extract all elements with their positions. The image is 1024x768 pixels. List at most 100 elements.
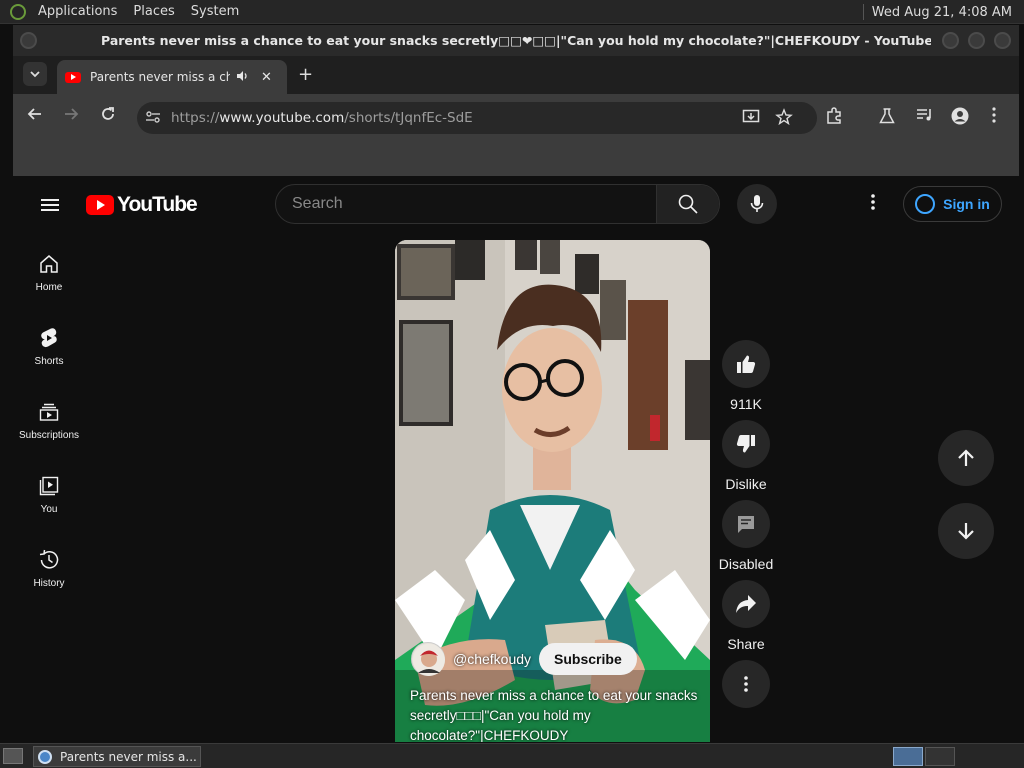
- share-action: Share: [713, 580, 779, 652]
- profile-avatar-icon[interactable]: [951, 107, 969, 129]
- shorts-action-rail: 911K Dislike Disabled Share: [713, 340, 779, 716]
- guide-item-home[interactable]: Home: [13, 240, 85, 314]
- subscribe-button[interactable]: Subscribe: [539, 643, 637, 675]
- dislike-button[interactable]: [722, 420, 770, 468]
- comments-action: Disabled: [713, 500, 779, 572]
- youtube-wordmark: YouTube: [117, 193, 198, 216]
- system-top-panel: Applications Places System Wed Aug 21, 4…: [0, 0, 1024, 24]
- places-menu[interactable]: Places: [125, 4, 182, 19]
- guide-item-shorts[interactable]: Shorts: [13, 314, 85, 388]
- thumbs-down-icon: [736, 435, 755, 453]
- audio-playing-icon[interactable]: [236, 70, 249, 85]
- more-options-button[interactable]: [722, 660, 770, 708]
- next-short-button[interactable]: [938, 503, 994, 559]
- previous-short-button[interactable]: [938, 430, 994, 486]
- like-action: 911K: [713, 340, 779, 412]
- youtube-page: YouTube Sign in Home Shorts: [13, 176, 1019, 742]
- history-clock-icon: [37, 548, 61, 572]
- taskbar-window-chromium[interactable]: Parents never miss a...: [33, 746, 201, 767]
- bookmark-bar: [13, 142, 1019, 176]
- guide-item-subscriptions[interactable]: Subscriptions: [13, 388, 85, 462]
- subscriptions-icon: [37, 400, 61, 424]
- close-window-button[interactable]: [994, 32, 1011, 49]
- site-info-icon[interactable]: [145, 110, 165, 127]
- url-text[interactable]: https://www.youtube.com/shorts/tJqnfEc-S…: [171, 110, 473, 126]
- more-vertical-icon: [744, 676, 748, 692]
- guide-label-shorts: Shorts: [34, 356, 64, 367]
- applications-menu[interactable]: Applications: [30, 4, 125, 19]
- guide-item-you[interactable]: You: [13, 462, 85, 536]
- share-button[interactable]: [722, 580, 770, 628]
- voice-search-button[interactable]: [737, 184, 777, 224]
- sign-in-button[interactable]: Sign in: [903, 186, 1002, 222]
- install-app-icon[interactable]: [742, 108, 760, 130]
- tab-search-button[interactable]: [23, 62, 47, 86]
- tab-title: Parents never miss a chance: [90, 70, 230, 84]
- comment-bubble-icon: [738, 516, 754, 533]
- settings-kebab-icon[interactable]: [871, 194, 875, 215]
- shorts-video-player[interactable]: @chefkoudy Subscribe Parents never miss …: [395, 240, 710, 742]
- like-count: 911K: [730, 396, 762, 412]
- share-arrow-icon: [736, 595, 756, 613]
- minimize-button[interactable]: [942, 32, 959, 49]
- comments-button[interactable]: [722, 500, 770, 548]
- close-tab-icon[interactable]: ✕: [261, 70, 272, 85]
- system-menu[interactable]: System: [183, 4, 247, 19]
- url-host: www.youtube.com: [219, 110, 345, 126]
- arrow-up-icon: [958, 449, 974, 466]
- clock[interactable]: Wed Aug 21, 4:08 AM: [872, 5, 1012, 20]
- labs-flask-icon[interactable]: [879, 107, 895, 129]
- guide-item-history[interactable]: History: [13, 536, 85, 610]
- channel-avatar[interactable]: [411, 642, 445, 676]
- youtube-favicon-icon: [65, 71, 81, 83]
- guide-label-subscriptions: Subscriptions: [18, 430, 80, 441]
- browser-tab-active[interactable]: Parents never miss a chance ✕: [57, 60, 287, 94]
- like-button[interactable]: [722, 340, 770, 388]
- bookmark-star-icon[interactable]: [775, 108, 793, 130]
- comments-label: Disabled: [718, 556, 774, 572]
- media-controls-icon[interactable]: [916, 107, 934, 127]
- browser-toolbar: https://www.youtube.com/shorts/tJqnfEc-S…: [13, 94, 1019, 142]
- workspace-2[interactable]: [925, 747, 955, 766]
- url-path: /shorts/tJqnfEc-SdE: [344, 110, 473, 126]
- search-icon: [678, 194, 698, 214]
- window-title: Parents never miss a chance to eat your …: [101, 33, 931, 48]
- extensions-puzzle-icon[interactable]: [825, 107, 843, 129]
- guide-menu-icon[interactable]: [41, 196, 59, 214]
- workspace-1[interactable]: [893, 747, 923, 766]
- forward-arrow-icon[interactable]: [63, 106, 79, 126]
- taskbar-window-label: Parents never miss a...: [60, 749, 197, 764]
- url-scheme: https://: [171, 110, 220, 126]
- show-desktop-icon[interactable]: [3, 748, 23, 764]
- window-menu-button[interactable]: [20, 32, 37, 49]
- guide-label-history: History: [33, 578, 65, 589]
- home-icon: [37, 252, 61, 276]
- browser-menu-kebab-icon[interactable]: [992, 107, 996, 127]
- youtube-logo[interactable]: YouTube: [86, 193, 198, 217]
- chromium-icon: [38, 749, 52, 764]
- system-tray: Wed Aug 21, 4:08 AM: [862, 4, 1012, 20]
- dislike-label: Dislike: [725, 476, 767, 492]
- window-titlebar[interactable]: Parents never miss a chance to eat your …: [13, 25, 1019, 56]
- reload-icon[interactable]: [100, 106, 116, 126]
- shorts-icon: [37, 326, 61, 350]
- short-caption[interactable]: Parents never miss a chance to eat your …: [410, 686, 700, 742]
- tray-separator: [862, 4, 864, 20]
- arrow-down-icon: [958, 523, 974, 540]
- maximize-button[interactable]: [968, 32, 985, 49]
- distro-logo-icon[interactable]: [10, 3, 26, 20]
- mini-guide: Home Shorts Subscriptions You History: [13, 240, 85, 610]
- sign-in-label: Sign in: [943, 196, 990, 212]
- new-tab-button[interactable]: +: [298, 64, 313, 85]
- search-input[interactable]: [276, 185, 656, 223]
- your-channel-icon: [37, 474, 61, 498]
- microphone-icon: [750, 195, 764, 212]
- account-circle-icon: [915, 194, 936, 214]
- search-button[interactable]: [656, 185, 719, 223]
- thumbs-up-icon: [737, 355, 756, 373]
- address-bar[interactable]: https://www.youtube.com/shorts/tJqnfEc-S…: [137, 102, 817, 134]
- guide-label-home: Home: [35, 282, 63, 293]
- bottom-taskbar: Parents never miss a...: [0, 743, 1024, 768]
- channel-handle[interactable]: @chefkoudy: [453, 651, 531, 667]
- back-arrow-icon[interactable]: [27, 106, 43, 126]
